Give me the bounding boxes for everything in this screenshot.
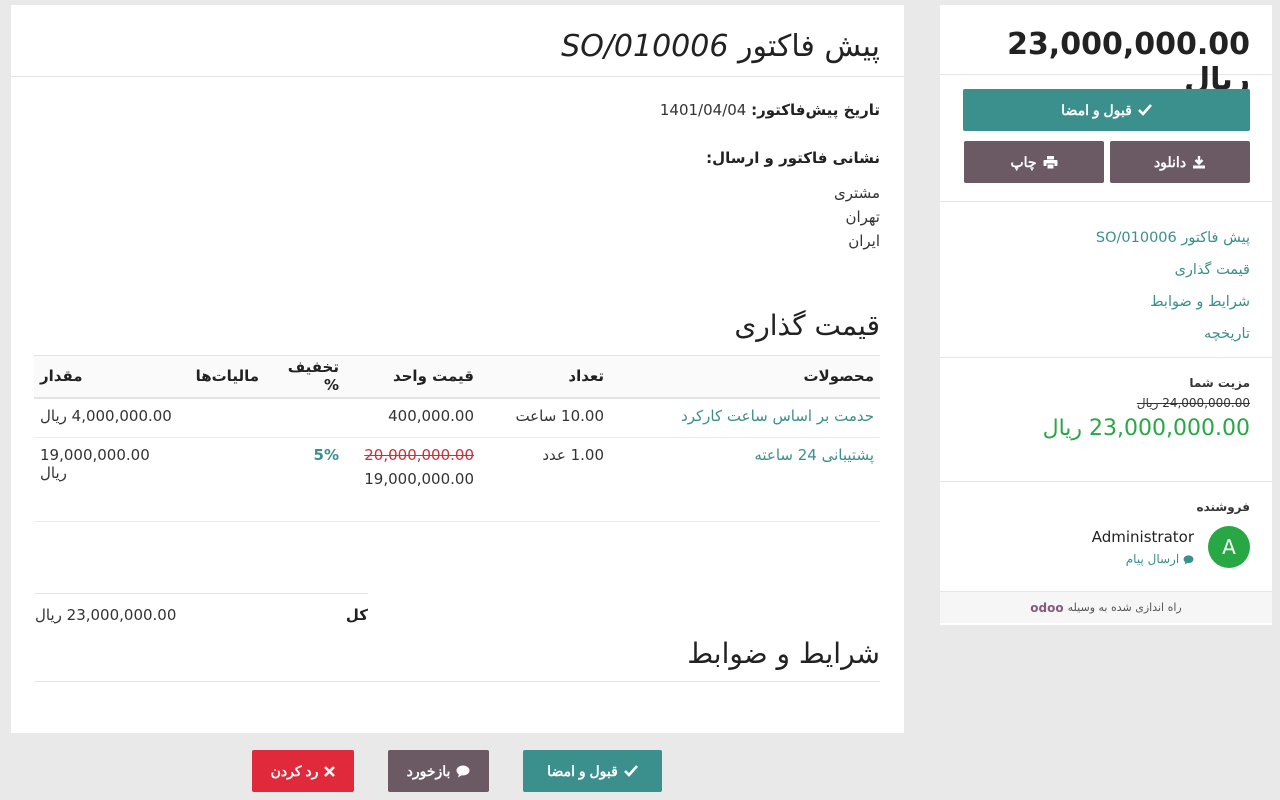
sidebar-accept-label: قبول و امضا (1061, 101, 1132, 118)
nav-link-quotation[interactable]: پیش فاکتور SO/010006 (940, 222, 1250, 254)
discount-cell (265, 397, 345, 438)
check-icon (1137, 104, 1152, 116)
col-discount: تخفیف % (265, 355, 345, 399)
total-label: کل (345, 606, 368, 624)
download-icon (1192, 155, 1206, 169)
send-message-label: ارسال پیام (1125, 552, 1180, 566)
qty-cell: 1.00 عدد (480, 437, 610, 522)
sidebar: 23,000,000.00 ریال قبول و امضا دانلود چا… (940, 5, 1272, 625)
title-prefix: پیش فاکتور (738, 29, 880, 64)
salesperson-label: فروشنده (1196, 500, 1251, 514)
send-message-link[interactable]: ارسال پیام (1092, 552, 1194, 566)
salesperson-info: Administrator ارسال پیام (1092, 528, 1194, 566)
salesperson-name: Administrator (1091, 528, 1194, 546)
nav-link-terms[interactable]: شرایط و ضوابط (940, 286, 1250, 318)
qty-cell: 10.00 ساعت (480, 397, 610, 438)
terms-title: شرایط و ضوابط (687, 637, 880, 670)
document-header: پیش فاکتور SO/010006 (11, 5, 904, 77)
taxes-cell (180, 437, 265, 522)
total-value: 23,000,000.00 ریال (35, 606, 177, 624)
advantage-section: مزیت شما 24,000,000.00 ریال 23,000,000.0… (940, 358, 1272, 482)
table-row: حدمت بر اساس ساعت کارکرد 10.00 ساعت 400,… (34, 397, 880, 438)
col-product: محصولات (610, 355, 880, 399)
address-line: ایران (848, 232, 880, 250)
print-icon (1043, 155, 1058, 169)
address-line: تهران (845, 208, 880, 226)
avatar: A (1208, 526, 1250, 568)
table-header-row: محصولات تعداد قیمت واحد تخفیف % مالیات‌ه… (34, 355, 880, 399)
unit-price-cell: 400,000.00 (345, 397, 480, 438)
sidebar-secondary-actions: دانلود چاپ (962, 141, 1250, 183)
check-icon (623, 765, 638, 777)
table-row: پشتیبانی 24 ساعته 1.00 عدد 20,000,000.00… (34, 437, 880, 522)
powered-by-text: راه اندازی شده به وسیله (1067, 601, 1182, 614)
col-amount: مقدار (34, 355, 180, 399)
title-number: SO/010006 (561, 29, 729, 64)
divider (35, 681, 880, 682)
col-unit-price: قیمت واحد (345, 355, 480, 399)
reject-label: رد کردن (270, 762, 319, 779)
print-button[interactable]: چاپ (964, 141, 1104, 183)
quotation-document: پیش فاکتور SO/010006 تاریخ پیش‌فاکتور: 1… (11, 5, 904, 733)
advantage-new-price: 23,000,000.00 ریال (1042, 416, 1250, 441)
odoo-logo[interactable]: odoo (1030, 601, 1063, 615)
comment-icon (1183, 554, 1194, 565)
feedback-button[interactable]: بازخورد (388, 750, 489, 792)
sidebar-actions: قبول و امضا دانلود چاپ (940, 75, 1272, 202)
address-title: نشانی فاکتور و ارسال: (706, 149, 880, 167)
old-unit-price: 20,000,000.00 (364, 446, 474, 464)
amount-cell: 4,000,000.00 ریال (34, 397, 180, 438)
page-title: پیش فاکتور SO/010006 (35, 29, 880, 64)
taxes-cell (180, 397, 265, 438)
advantage-old-price: 24,000,000.00 ریال (1136, 396, 1250, 410)
amount-cell: 19,000,000.00 ریال (34, 437, 180, 522)
pricing-title: قیمت گذاری (734, 309, 880, 342)
feedback-label: بازخورد (406, 762, 451, 779)
accept-sign-label: قبول و امضا (547, 762, 618, 779)
download-button[interactable]: دانلود (1110, 141, 1250, 183)
comment-icon (456, 765, 470, 778)
address-line: مشتری (834, 184, 880, 202)
close-icon (324, 765, 336, 777)
address-block: مشتری تهران ایران (834, 181, 880, 253)
order-lines-table: محصولات تعداد قیمت واحد تخفیف % مالیات‌ه… (34, 355, 880, 522)
new-unit-price: 19,000,000.00 (364, 470, 474, 488)
col-taxes: مالیات‌ها (180, 355, 265, 399)
nav-link-history[interactable]: تاریخچه (940, 318, 1250, 350)
col-qty: تعداد (480, 355, 610, 399)
date-value: 1401/04/04 (659, 101, 747, 119)
accept-sign-button[interactable]: قبول و امضا (523, 750, 662, 792)
reject-button[interactable]: رد کردن (252, 750, 354, 792)
salesperson-row: A Administrator ارسال پیام (962, 526, 1250, 568)
product-link[interactable]: پشتیبانی 24 ساعته (610, 437, 880, 522)
print-label: چاپ (1010, 153, 1037, 170)
discount-cell: 5% (265, 437, 345, 522)
total-row: کل 23,000,000.00 ریال (35, 593, 368, 624)
quotation-date: تاریخ پیش‌فاکتور: 1401/04/04 (660, 101, 880, 119)
advantage-label: مزیت شما (1189, 376, 1250, 390)
unit-price-cell: 20,000,000.00 19,000,000.00 (345, 437, 480, 522)
sidebar-amount: 23,000,000.00 ریال (940, 5, 1272, 97)
nav-link-pricing[interactable]: قیمت گذاری (940, 254, 1250, 286)
sidebar-accept-sign-button[interactable]: قبول و امضا (963, 89, 1250, 131)
sidebar-navigation: پیش فاکتور SO/010006 قیمت گذاری شرایط و … (940, 202, 1272, 358)
download-label: دانلود (1153, 153, 1187, 170)
date-label: تاریخ پیش‌فاکتور: (751, 101, 880, 119)
product-link[interactable]: حدمت بر اساس ساعت کارکرد (610, 397, 880, 438)
salesperson-section: فروشنده A Administrator ارسال پیام (940, 482, 1272, 592)
powered-by-footer: راه اندازی شده به وسیله odoo (940, 592, 1272, 623)
